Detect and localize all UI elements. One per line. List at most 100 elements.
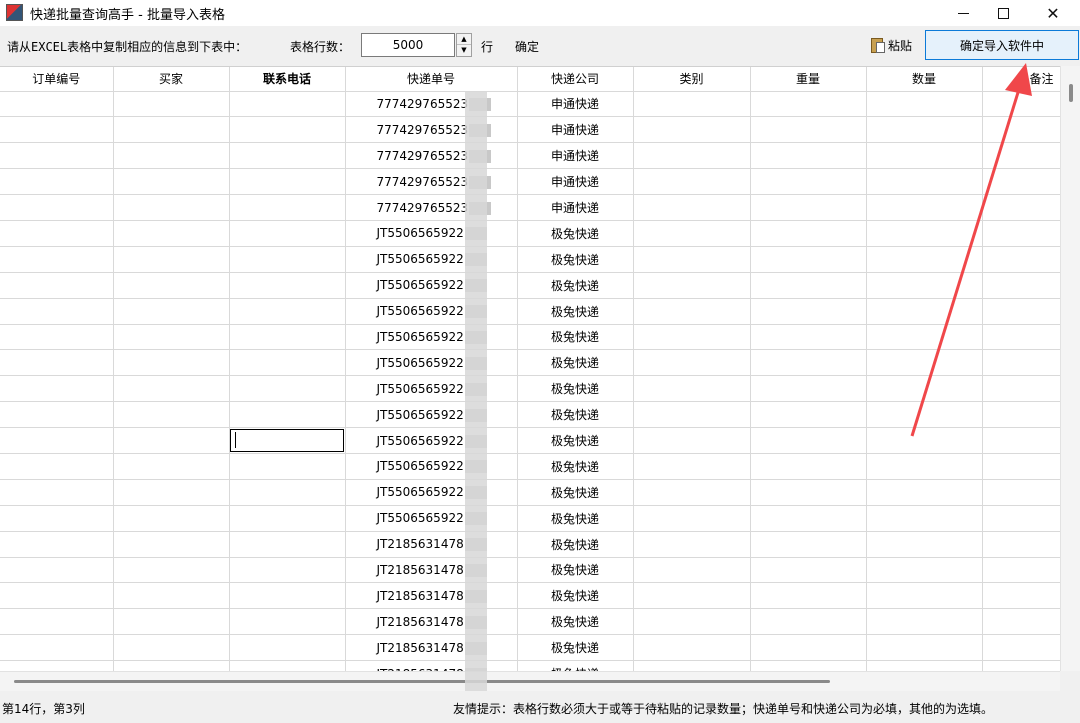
cell-tracking[interactable]: JT5506565922 [345,375,518,403]
cell-tracking[interactable]: JT5506565922 [345,427,518,454]
cell-order-id[interactable] [0,91,114,118]
cell-buyer[interactable] [113,91,230,118]
col-header-quantity[interactable]: 数量 [866,67,983,92]
vertical-scroll-thumb[interactable] [1069,84,1073,102]
cell-remarks[interactable] [982,453,1060,480]
cell-courier[interactable]: 极兔快递 [517,298,634,325]
cell-quantity[interactable] [866,168,983,196]
cell-buyer[interactable] [113,479,230,506]
confirm-rows-button[interactable]: 确定 [515,38,539,55]
col-header-buyer[interactable]: 买家 [113,67,230,92]
cell-phone[interactable] [229,168,346,196]
cell-courier[interactable]: 极兔快递 [517,349,634,377]
cell-quantity[interactable] [866,324,983,351]
cell-buyer[interactable] [113,634,230,662]
cell-category[interactable] [633,168,751,196]
cell-tracking[interactable]: JT5506565922 [345,272,518,299]
cell-phone[interactable] [229,194,346,221]
cell-weight[interactable] [750,349,867,377]
cell-category[interactable] [633,349,751,377]
cell-remarks[interactable] [982,194,1060,221]
horizontal-scroll-thumb[interactable] [14,680,830,683]
cell-tracking[interactable]: JT5506565922 [345,453,518,480]
cell-weight[interactable] [750,582,867,610]
col-header-phone[interactable]: 联系电话 [229,67,346,92]
table-row[interactable]: JT5506565922 极兔快递 [0,272,1060,299]
cell-buyer[interactable] [113,220,230,247]
cell-phone[interactable] [229,220,346,247]
cell-category[interactable] [633,220,751,247]
cell-quantity[interactable] [866,608,983,636]
cell-quantity[interactable] [866,453,983,480]
cell-quantity[interactable] [866,531,983,558]
cell-phone[interactable] [229,272,346,299]
cell-buyer[interactable] [113,608,230,636]
cell-order-id[interactable] [0,375,114,403]
cell-buyer[interactable] [113,582,230,610]
cell-remarks[interactable] [982,272,1060,299]
cell-courier[interactable]: 申通快递 [517,194,634,221]
cell-courier[interactable]: 极兔快递 [517,220,634,247]
cell-quantity[interactable] [866,505,983,532]
cell-tracking[interactable]: 777429765523 [345,116,518,144]
cell-phone[interactable] [229,608,346,636]
cell-phone[interactable] [229,246,346,273]
cell-remarks[interactable] [982,298,1060,325]
col-header-order-id[interactable]: 订单编号 [0,67,114,92]
col-header-remarks[interactable]: 备注 [982,67,1060,92]
cell-courier[interactable]: 极兔快递 [517,324,634,351]
cell-phone[interactable] [229,505,346,532]
cell-buyer[interactable] [113,453,230,480]
cell-buyer[interactable] [113,116,230,144]
cell-tracking[interactable]: JT5506565922 [345,401,518,429]
cell-weight[interactable] [750,427,867,454]
cell-order-id[interactable] [0,168,114,196]
table-row[interactable]: JT5506565922 极兔快递 [0,427,1060,454]
cell-remarks[interactable] [982,401,1060,429]
cell-remarks[interactable] [982,505,1060,532]
cell-tracking[interactable]: JT5506565922 [345,479,518,506]
cell-tracking[interactable]: 777429765523 [345,194,518,221]
cell-phone[interactable] [229,582,346,610]
table-row[interactable]: 777429765523 申通快递 [0,168,1060,196]
cell-category[interactable] [633,116,751,144]
cell-courier[interactable]: 极兔快递 [517,401,634,429]
cell-weight[interactable] [750,272,867,299]
cell-weight[interactable] [750,246,867,273]
table-row[interactable]: 777429765523 申通快递 [0,116,1060,144]
table-row[interactable]: JT2185631478 极兔快递 [0,557,1060,584]
close-button[interactable]: ✕ [1030,0,1076,26]
cell-remarks[interactable] [982,582,1060,610]
cell-tracking[interactable]: JT5506565922 [345,220,518,247]
table-row[interactable]: JT5506565922 极兔快递 [0,453,1060,480]
col-header-category[interactable]: 类别 [633,67,751,92]
cell-buyer[interactable] [113,660,230,671]
cell-buyer[interactable] [113,324,230,351]
cell-phone[interactable] [229,401,346,429]
cell-remarks[interactable] [982,116,1060,144]
cell-phone[interactable] [229,324,346,351]
cell-quantity[interactable] [866,375,983,403]
cell-category[interactable] [633,634,751,662]
cell-courier[interactable]: 极兔快递 [517,246,634,273]
table-row[interactable]: 777429765523 申通快递 [0,91,1060,118]
cell-courier[interactable]: 极兔快递 [517,505,634,532]
cell-order-id[interactable] [0,608,114,636]
table-row[interactable]: JT2185631478 极兔快递 [0,531,1060,558]
data-grid[interactable]: 订单编号 买家 联系电话 快递单号 快递公司 类别 重量 数量 备注 77742… [0,66,1060,671]
cell-phone[interactable] [229,349,346,377]
cell-courier[interactable]: 申通快递 [517,142,634,170]
cell-category[interactable] [633,401,751,429]
cell-weight[interactable] [750,505,867,532]
col-header-courier[interactable]: 快递公司 [517,67,634,92]
cell-buyer[interactable] [113,427,230,454]
cell-weight[interactable] [750,531,867,558]
cell-order-id[interactable] [0,453,114,480]
cell-quantity[interactable] [866,116,983,144]
cell-buyer[interactable] [113,531,230,558]
cell-category[interactable] [633,324,751,351]
cell-order-id[interactable] [0,660,114,671]
cell-courier[interactable]: 申通快递 [517,91,634,118]
cell-category[interactable] [633,142,751,170]
cell-weight[interactable] [750,142,867,170]
